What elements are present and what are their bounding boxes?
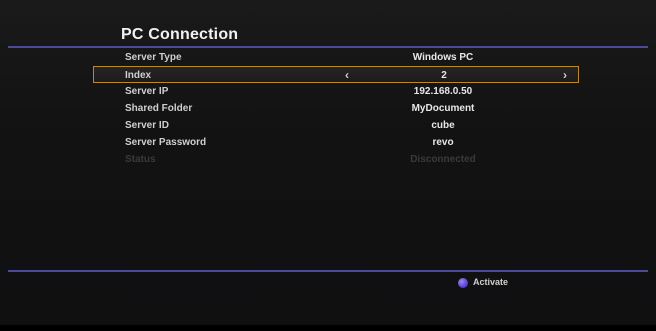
setting-label: Server ID [125,120,169,131]
screen-bottom-edge [0,325,656,331]
setting-value: 192.168.0.50 [413,86,473,97]
activate-label: Activate [473,277,509,287]
chevron-right-icon[interactable]: › [563,67,567,84]
setting-value: MyDocument [411,103,475,114]
page-title: PC Connection [121,26,239,43]
setting-label: Shared Folder [125,103,193,114]
setting-shared-folder[interactable]: Shared Folder MyDocument [0,100,656,117]
setting-server-password[interactable]: Server Password revo [0,134,656,151]
activate-hint[interactable]: Activate [458,276,508,288]
setting-label: Server Password [125,137,207,148]
setting-value: Windows PC [412,52,474,63]
setting-server-type[interactable]: Server Type Windows PC [0,49,656,66]
pc-connection-screen: PC Connection Server Type Windows PC Ind… [0,0,656,331]
setting-server-ip[interactable]: Server IP 192.168.0.50 [0,83,656,100]
top-divider [8,46,648,48]
bottom-divider [8,270,648,272]
status-value: Disconnected [410,154,476,165]
setting-label: Server IP [125,86,169,97]
setting-status: Status Disconnected [0,151,656,168]
setting-label: Server Type [125,52,182,63]
setting-value: 2 [441,70,447,81]
setting-label: Index [125,70,152,81]
setting-server-id[interactable]: Server ID cube [0,117,656,134]
purple-button-icon [458,277,468,288]
setting-value: revo [432,137,454,148]
setting-label: Status [125,154,156,165]
settings-list: Server Type Windows PC Index ‹ 2 › Serve… [0,49,656,168]
setting-index[interactable]: Index ‹ 2 › [93,66,579,83]
setting-value: cube [431,120,455,131]
